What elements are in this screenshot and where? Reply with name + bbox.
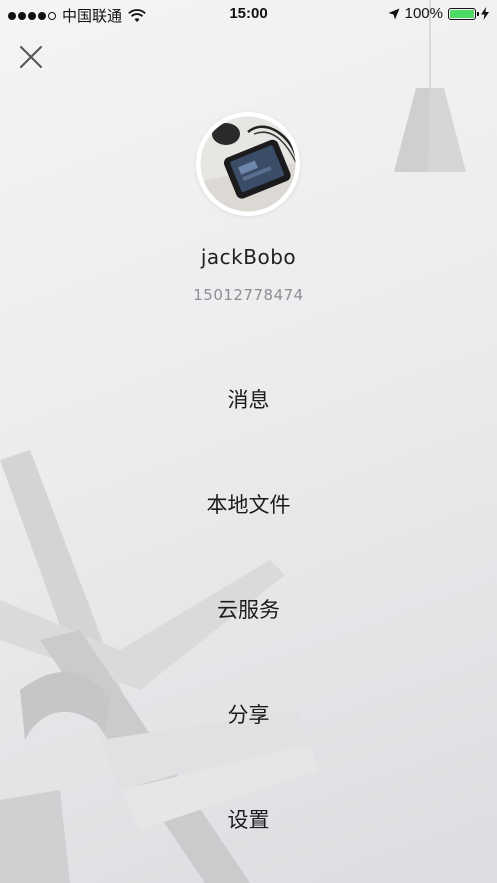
- menu-item-label: 分享: [227, 702, 270, 727]
- side-menu: 消息 本地文件 云服务 分享 设置: [0, 346, 497, 871]
- status-bar-right: 100%: [388, 5, 489, 22]
- close-icon: [20, 46, 42, 68]
- menu-item-share[interactable]: 分享: [0, 661, 497, 766]
- menu-item-label: 本地文件: [206, 492, 291, 517]
- close-button[interactable]: [16, 42, 46, 72]
- menu-item-label: 云服务: [217, 597, 280, 622]
- location-arrow-icon: [388, 8, 400, 19]
- battery-level: [450, 9, 474, 18]
- charging-bolt-icon: [481, 7, 489, 20]
- avatar-photo: [197, 113, 299, 215]
- phone-number: 15012778474: [193, 286, 304, 304]
- battery-percent: 100%: [404, 5, 443, 22]
- menu-item-settings[interactable]: 设置: [0, 766, 497, 871]
- menu-item-local-files[interactable]: 本地文件: [0, 451, 497, 556]
- menu-item-label: 消息: [227, 387, 270, 412]
- battery-icon: [448, 7, 479, 20]
- status-bar: 中国联通 15:00 100%: [0, 0, 497, 28]
- menu-item-messages[interactable]: 消息: [0, 346, 497, 451]
- menu-item-label: 设置: [227, 807, 270, 832]
- menu-item-cloud-service[interactable]: 云服务: [0, 556, 497, 661]
- username: jackBobo: [200, 245, 297, 269]
- avatar[interactable]: [196, 112, 300, 216]
